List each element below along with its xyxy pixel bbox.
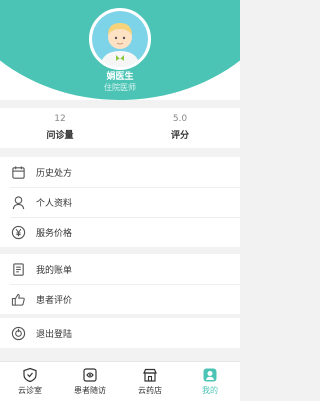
power-icon	[10, 325, 26, 341]
menu-group-1: 历史处方 个人资料 服务价格	[0, 157, 240, 247]
profile-header: 娟医生 住院医师	[0, 0, 240, 100]
stat-consultations[interactable]: 12 问诊量	[0, 108, 120, 141]
menu-item-label: 我的账单	[36, 265, 73, 276]
person-icon	[10, 194, 26, 210]
menu-item-label: 历史处方	[36, 168, 73, 179]
menu-item-patient-reviews[interactable]: 患者评价	[0, 284, 240, 314]
tab-label: 我的	[202, 386, 218, 395]
tab-label: 云药店	[138, 386, 162, 395]
stat-value: 5.0	[172, 114, 188, 124]
tab-patient-followup[interactable]: 患者随访	[60, 362, 120, 401]
tab-label: 患者随访	[74, 386, 106, 395]
doctor-title: 住院医师	[104, 83, 136, 92]
store-icon	[143, 368, 157, 382]
menu-group-3: 退出登陆	[0, 318, 240, 348]
menu-group-2: 我的账单 患者评价	[0, 254, 240, 314]
doctor-name: 娟医生	[106, 72, 134, 82]
calendar-icon	[10, 164, 26, 180]
stat-value: 12	[54, 114, 66, 124]
menu-item-label: 服务价格	[36, 228, 73, 239]
stat-label: 问诊量	[46, 131, 74, 141]
bottom-tab-bar: 云诊室 患者随访 云药店 我的	[0, 361, 240, 401]
menu-item-logout[interactable]: 退出登陆	[0, 318, 240, 348]
shield-icon	[23, 367, 37, 383]
bill-icon	[10, 261, 26, 277]
menu-item-history-prescriptions[interactable]: 历史处方	[0, 157, 240, 187]
thumbs-up-icon	[10, 291, 26, 307]
avatar[interactable]	[89, 8, 151, 70]
doctor-avatar-icon	[92, 11, 148, 67]
tab-cloud-pharmacy[interactable]: 云药店	[120, 362, 180, 401]
stat-rating[interactable]: 5.0 评分	[120, 108, 240, 141]
menu-item-label: 患者评价	[36, 295, 73, 306]
stat-label: 评分	[170, 131, 189, 141]
followup-icon	[83, 368, 97, 382]
menu-item-service-price[interactable]: 服务价格	[0, 217, 240, 247]
menu-item-my-bill[interactable]: 我的账单	[0, 254, 240, 284]
profile-icon	[203, 368, 217, 382]
stats-panel: 12 问诊量 5.0 评分	[0, 108, 240, 148]
menu-item-label: 退出登陆	[36, 329, 73, 340]
tab-cloud-clinic[interactable]: 云诊室	[0, 362, 60, 401]
yen-icon	[10, 224, 26, 240]
tab-label: 云诊室	[18, 386, 42, 395]
tab-mine[interactable]: 我的	[180, 362, 240, 401]
menu-item-personal-info[interactable]: 个人资料	[0, 187, 240, 217]
menu-item-label: 个人资料	[36, 198, 73, 209]
